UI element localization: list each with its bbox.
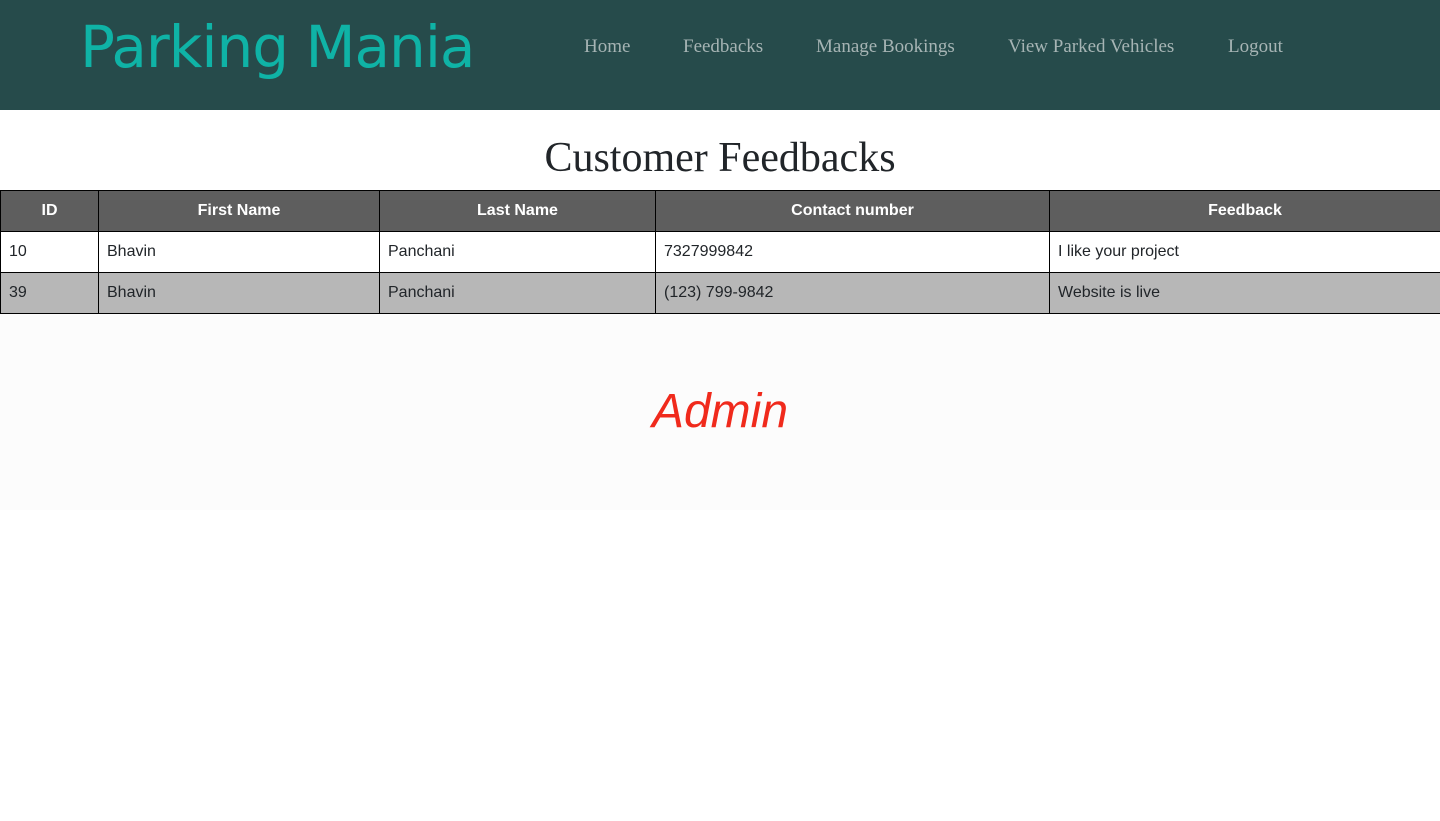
nav-feedbacks-link[interactable]: Feedbacks <box>683 34 763 60</box>
cell-contact-number: (123) 799-9842 <box>655 272 1050 314</box>
nav-manage-bookings-link[interactable]: Manage Bookings <box>816 34 955 60</box>
nav-view-parked-vehicles-link[interactable]: View Parked Vehicles <box>1008 34 1174 60</box>
cell-last-name: Panchani <box>379 231 656 273</box>
cell-feedback: I like your project <box>1049 231 1440 273</box>
column-header-last-name: Last Name <box>379 190 656 232</box>
column-header-feedback: Feedback <box>1049 190 1440 232</box>
column-header-first-name: First Name <box>98 190 380 232</box>
column-header-id: ID <box>0 190 99 232</box>
nav-logout-link[interactable]: Logout <box>1228 34 1283 60</box>
cell-id: 10 <box>0 231 99 273</box>
footer-panel: Admin <box>0 314 1440 510</box>
table-header-row: ID First Name Last Name Contact number F… <box>0 190 1440 232</box>
feedbacks-table: ID First Name Last Name Contact number F… <box>0 190 1440 314</box>
nav-home-link[interactable]: Home <box>584 34 630 60</box>
cell-last-name: Panchani <box>379 272 656 314</box>
brand-logo[interactable]: Parking Mania <box>80 12 475 82</box>
admin-label: Admin <box>651 385 789 438</box>
cell-feedback: Website is live <box>1049 272 1440 314</box>
table-row: 10 Bhavin Panchani 7327999842 I like you… <box>0 231 1440 273</box>
navbar: Parking Mania Home Feedbacks Manage Book… <box>0 0 1440 110</box>
table-row: 39 Bhavin Panchani (123) 799-9842 Websit… <box>0 272 1440 314</box>
cell-first-name: Bhavin <box>98 231 380 273</box>
column-header-contact-number: Contact number <box>655 190 1050 232</box>
cell-first-name: Bhavin <box>98 272 380 314</box>
page-title: Customer Feedbacks <box>544 135 896 181</box>
cell-contact-number: 7327999842 <box>655 231 1050 273</box>
cell-id: 39 <box>0 272 99 314</box>
